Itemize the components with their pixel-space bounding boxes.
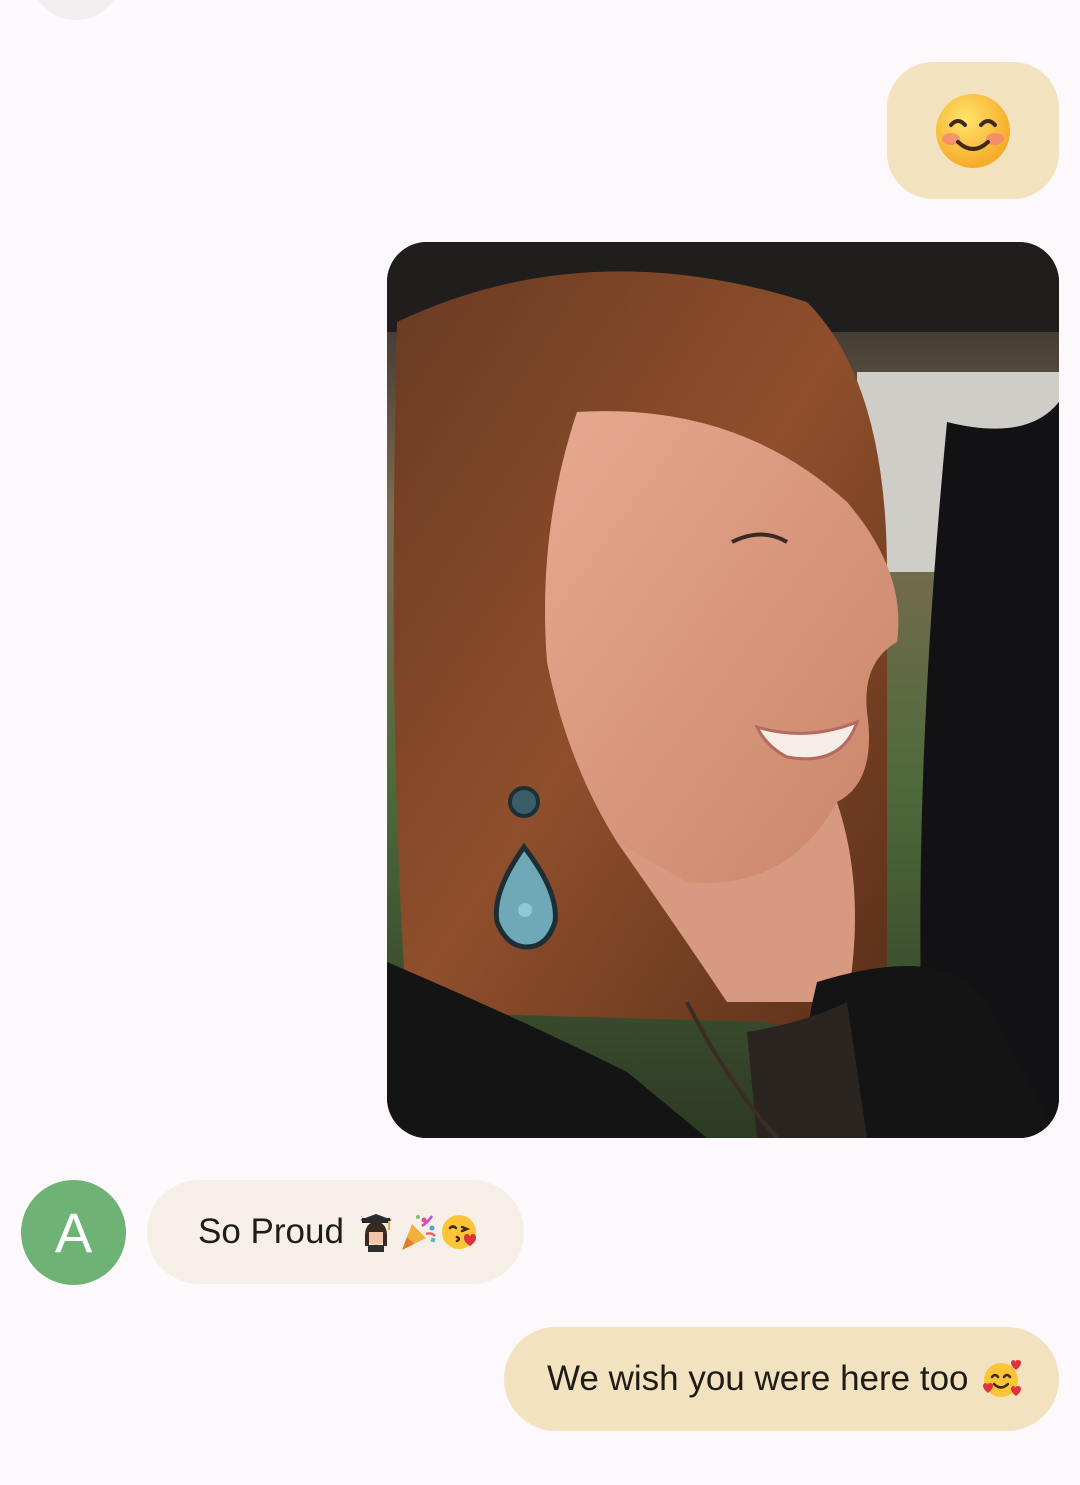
- incoming-message-bubble[interactable]: So Proud: [147, 1180, 524, 1284]
- outgoing-emoji-bubble[interactable]: [887, 62, 1059, 199]
- contact-avatar[interactable]: A: [21, 1180, 126, 1285]
- emoji-group: [356, 1212, 480, 1252]
- outgoing-photo-message[interactable]: [387, 242, 1059, 1138]
- party-popper-icon: [401, 1215, 436, 1250]
- emoji-group: [981, 1359, 1021, 1399]
- smiling-face-with-hearts-icon: [982, 1360, 1021, 1397]
- face-blowing-kiss-icon: [441, 1215, 476, 1249]
- conversation-view: A So Proud We wish you were here too: [0, 0, 1080, 1485]
- avatar-initial: A: [54, 1201, 93, 1264]
- outgoing-message-bubble[interactable]: We wish you were here too: [504, 1327, 1059, 1431]
- message-text: So Proud: [198, 1212, 344, 1251]
- smiling-face-with-smiling-eyes-icon: [936, 93, 1010, 168]
- photo-woman-smiling-profile: [387, 242, 1059, 1138]
- woman-student-icon: [359, 1214, 392, 1252]
- message-text: We wish you were here too: [547, 1359, 969, 1398]
- avatar-partial[interactable]: [30, 0, 122, 20]
